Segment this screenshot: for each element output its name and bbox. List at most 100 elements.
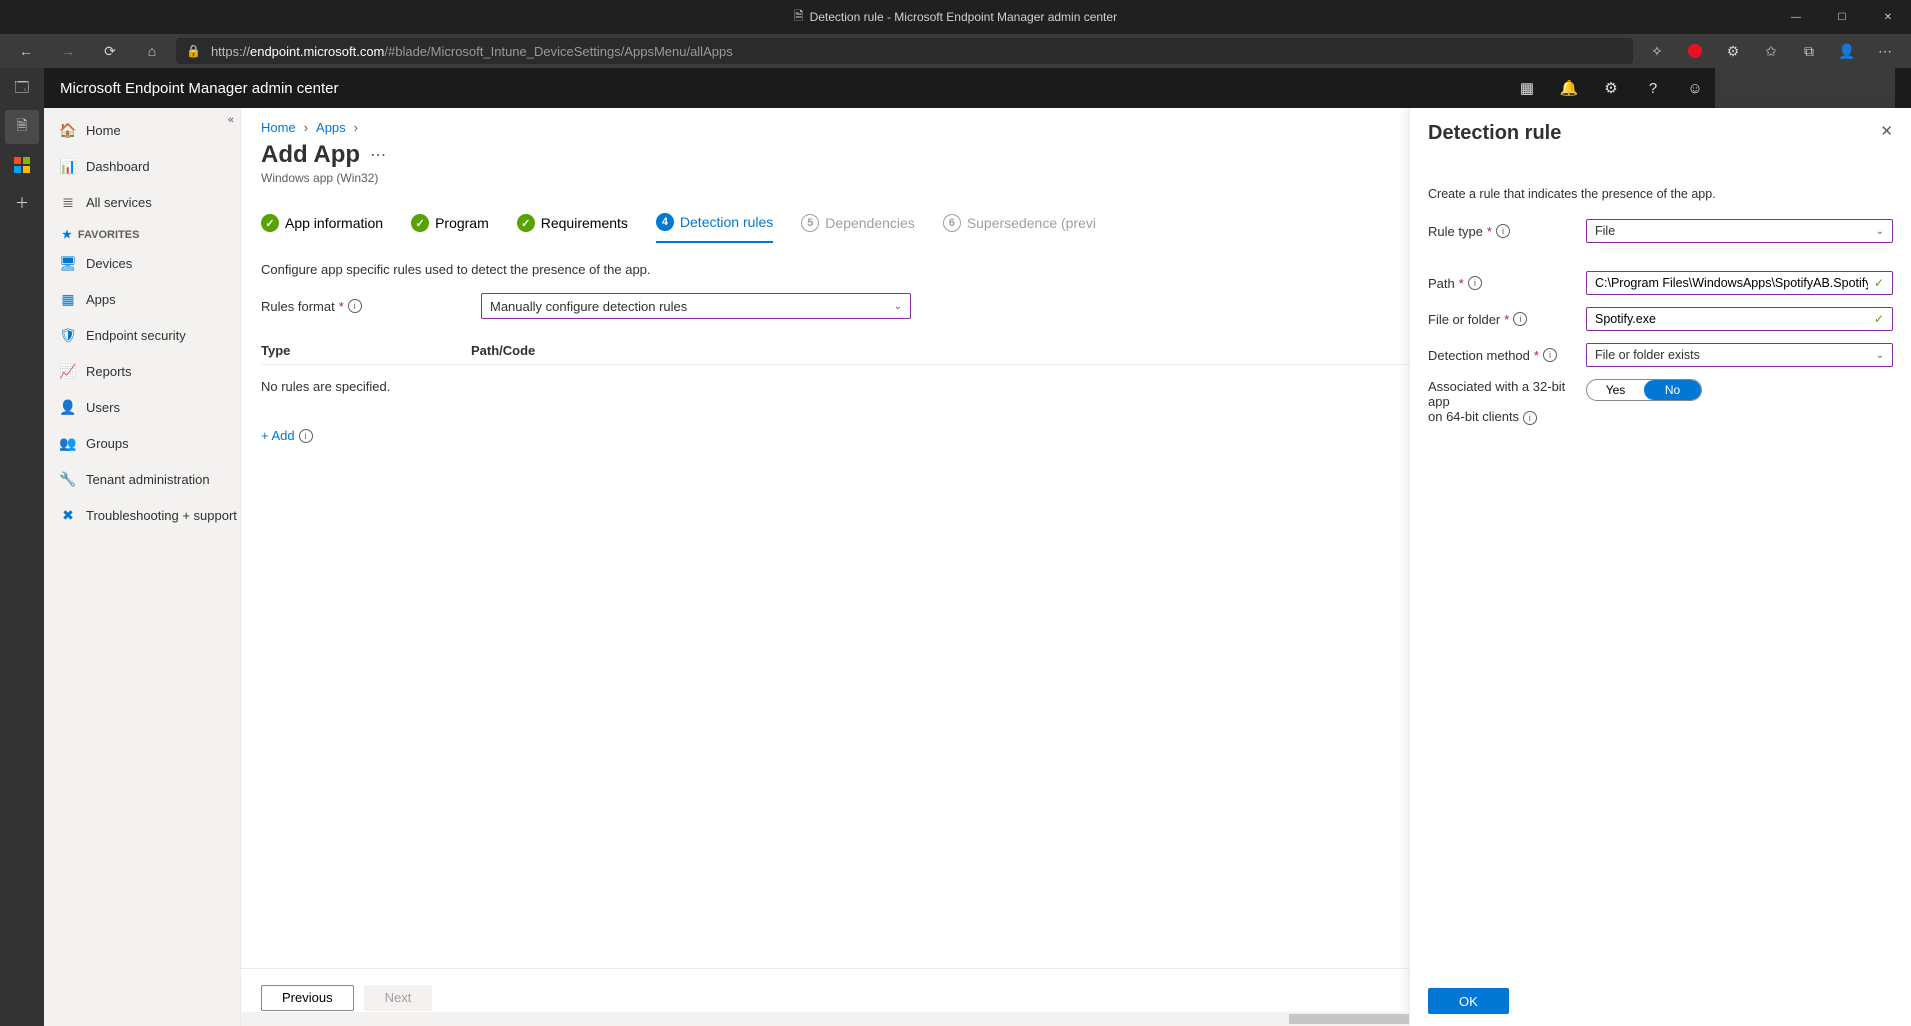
- info-icon[interactable]: i: [299, 429, 313, 443]
- extension-red-icon[interactable]: [1677, 37, 1713, 65]
- forward-button[interactable]: →: [50, 37, 86, 65]
- close-window-button[interactable]: ✕: [1865, 0, 1911, 34]
- panel-title: Detection rule: [1428, 122, 1561, 145]
- collections-icon[interactable]: ⧉: [1791, 37, 1827, 65]
- tab-windows[interactable]: [5, 148, 39, 182]
- home-button[interactable]: ⌂: [134, 37, 170, 65]
- breadcrumb-apps[interactable]: Apps: [316, 120, 346, 135]
- page-title: Add App: [261, 141, 360, 169]
- portal-title: Microsoft Endpoint Manager admin center: [60, 80, 338, 97]
- next-button[interactable]: Next: [364, 985, 433, 1011]
- nav-dashboard[interactable]: 📊Dashboard: [44, 148, 240, 184]
- account-menu[interactable]: [1715, 68, 1895, 108]
- nav-users[interactable]: 👤 Users: [44, 389, 240, 425]
- detection-method-select[interactable]: File or folder exists⌄: [1586, 343, 1893, 367]
- step-label: Supersedence (previ: [967, 215, 1096, 231]
- maximize-button[interactable]: ☐: [1819, 0, 1865, 34]
- help-icon[interactable]: ?: [1633, 68, 1673, 108]
- nav-home[interactable]: 🏠 Home: [44, 112, 240, 148]
- nav-label: Home: [86, 123, 121, 138]
- document-icon: 🗎: [794, 7, 804, 28]
- step-number: 4: [656, 213, 674, 231]
- feedback-icon[interactable]: ☺: [1675, 68, 1715, 108]
- nav-troubleshooting[interactable]: ✖ Troubleshooting + support: [44, 497, 240, 533]
- minimize-button[interactable]: ―: [1773, 0, 1819, 34]
- info-icon[interactable]: i: [1468, 276, 1482, 290]
- rule-type-select[interactable]: File⌄: [1586, 219, 1893, 243]
- rules-format-select[interactable]: Manually configure detection rules ⌄: [481, 293, 911, 319]
- nav-endpoint-security[interactable]: 🛡Endpoint security: [44, 317, 240, 353]
- step-number: 5: [801, 214, 819, 232]
- step-dependencies: 5 Dependencies: [801, 213, 915, 243]
- nav-label: Troubleshooting + support: [86, 508, 237, 523]
- nav-all-services[interactable]: ≣All services: [44, 184, 240, 220]
- nav-label: All services: [86, 195, 152, 210]
- settings-icon[interactable]: ⚙: [1591, 68, 1631, 108]
- tab-thumbnail[interactable]: 🗔: [5, 72, 39, 106]
- dashboard-icon: 📊: [60, 158, 76, 175]
- nav-apps[interactable]: ▦Apps: [44, 281, 240, 317]
- back-button[interactable]: ←: [8, 37, 44, 65]
- info-icon[interactable]: i: [1496, 224, 1510, 238]
- menu-button[interactable]: ⋯: [1867, 37, 1903, 65]
- path-field[interactable]: [1595, 276, 1868, 290]
- profile-avatar[interactable]: 👤: [1829, 37, 1865, 65]
- troubleshoot-icon: ✖: [60, 507, 76, 524]
- refresh-button[interactable]: ⟳: [92, 37, 128, 65]
- file-field[interactable]: [1595, 312, 1868, 326]
- associated-32bit-toggle[interactable]: Yes No: [1586, 379, 1702, 401]
- nav-reports[interactable]: 📈 Reports: [44, 353, 240, 389]
- favorite-star-icon[interactable]: ✧: [1639, 37, 1675, 65]
- toggle-yes[interactable]: Yes: [1587, 380, 1644, 400]
- reports-icon: 📈: [60, 363, 76, 380]
- nav-label: Reports: [86, 364, 132, 379]
- vertical-tab-strip: 🗔 🗎 ＋: [0, 68, 44, 1026]
- extensions-icon[interactable]: ⚙: [1715, 37, 1751, 65]
- previous-button[interactable]: Previous: [261, 985, 354, 1011]
- notifications-icon[interactable]: 🔔: [1549, 68, 1589, 108]
- apps-icon: ▦: [60, 291, 76, 308]
- horizontal-scrollbar[interactable]: [241, 1012, 1409, 1026]
- info-icon[interactable]: i: [1523, 411, 1537, 425]
- add-rule-link[interactable]: + Add i: [261, 428, 313, 443]
- more-actions-button[interactable]: ⋯: [370, 145, 386, 165]
- panel-description: Create a rule that indicates the presenc…: [1428, 187, 1893, 201]
- step-supersedence: 6 Supersedence (previ: [943, 213, 1096, 243]
- info-icon[interactable]: i: [1543, 348, 1557, 362]
- scrollbar-thumb[interactable]: [1289, 1014, 1409, 1024]
- favorites-bar-icon[interactable]: ✩: [1753, 37, 1789, 65]
- breadcrumb-home[interactable]: Home: [261, 120, 296, 135]
- nav-groups[interactable]: 👥Groups: [44, 425, 240, 461]
- tab-current[interactable]: 🗎: [5, 110, 39, 144]
- step-requirements[interactable]: Requirements: [517, 213, 628, 243]
- detection-method-label: Detection method*i: [1428, 348, 1586, 363]
- info-icon[interactable]: i: [348, 299, 362, 313]
- close-panel-button[interactable]: ✕: [1880, 122, 1893, 140]
- url-path: /#blade/Microsoft_Intune_DeviceSettings/…: [384, 44, 732, 59]
- select-value: File or folder exists: [1595, 348, 1700, 362]
- toggle-no[interactable]: No: [1644, 380, 1701, 400]
- nav-devices[interactable]: 🖥Devices: [44, 245, 240, 281]
- ok-button[interactable]: OK: [1428, 988, 1509, 1014]
- check-icon: ✓: [1874, 276, 1884, 290]
- nav-label: Users: [86, 400, 120, 415]
- step-number: 6: [943, 214, 961, 232]
- select-value: File: [1595, 224, 1615, 238]
- step-label: Requirements: [541, 215, 628, 231]
- cloud-shell-icon[interactable]: ▦: [1507, 68, 1547, 108]
- new-tab-button[interactable]: ＋: [5, 186, 39, 220]
- step-program[interactable]: Program: [411, 213, 489, 243]
- home-icon: 🏠: [60, 122, 76, 139]
- nav-tenant-admin[interactable]: 🔧Tenant administration: [44, 461, 240, 497]
- info-icon[interactable]: i: [1513, 312, 1527, 326]
- users-icon: 👤: [60, 399, 76, 416]
- step-app-information[interactable]: App information: [261, 213, 383, 243]
- collapse-nav-button[interactable]: «: [228, 114, 234, 126]
- step-label: Dependencies: [825, 215, 915, 231]
- path-input[interactable]: ✓: [1586, 271, 1893, 295]
- step-label: Detection rules: [680, 214, 773, 230]
- address-bar[interactable]: 🔒 https://endpoint.microsoft.com/#blade/…: [176, 38, 1633, 64]
- window-title: Detection rule - Microsoft Endpoint Mana…: [810, 10, 1117, 24]
- step-detection-rules[interactable]: 4 Detection rules: [656, 213, 773, 243]
- file-input[interactable]: ✓: [1586, 307, 1893, 331]
